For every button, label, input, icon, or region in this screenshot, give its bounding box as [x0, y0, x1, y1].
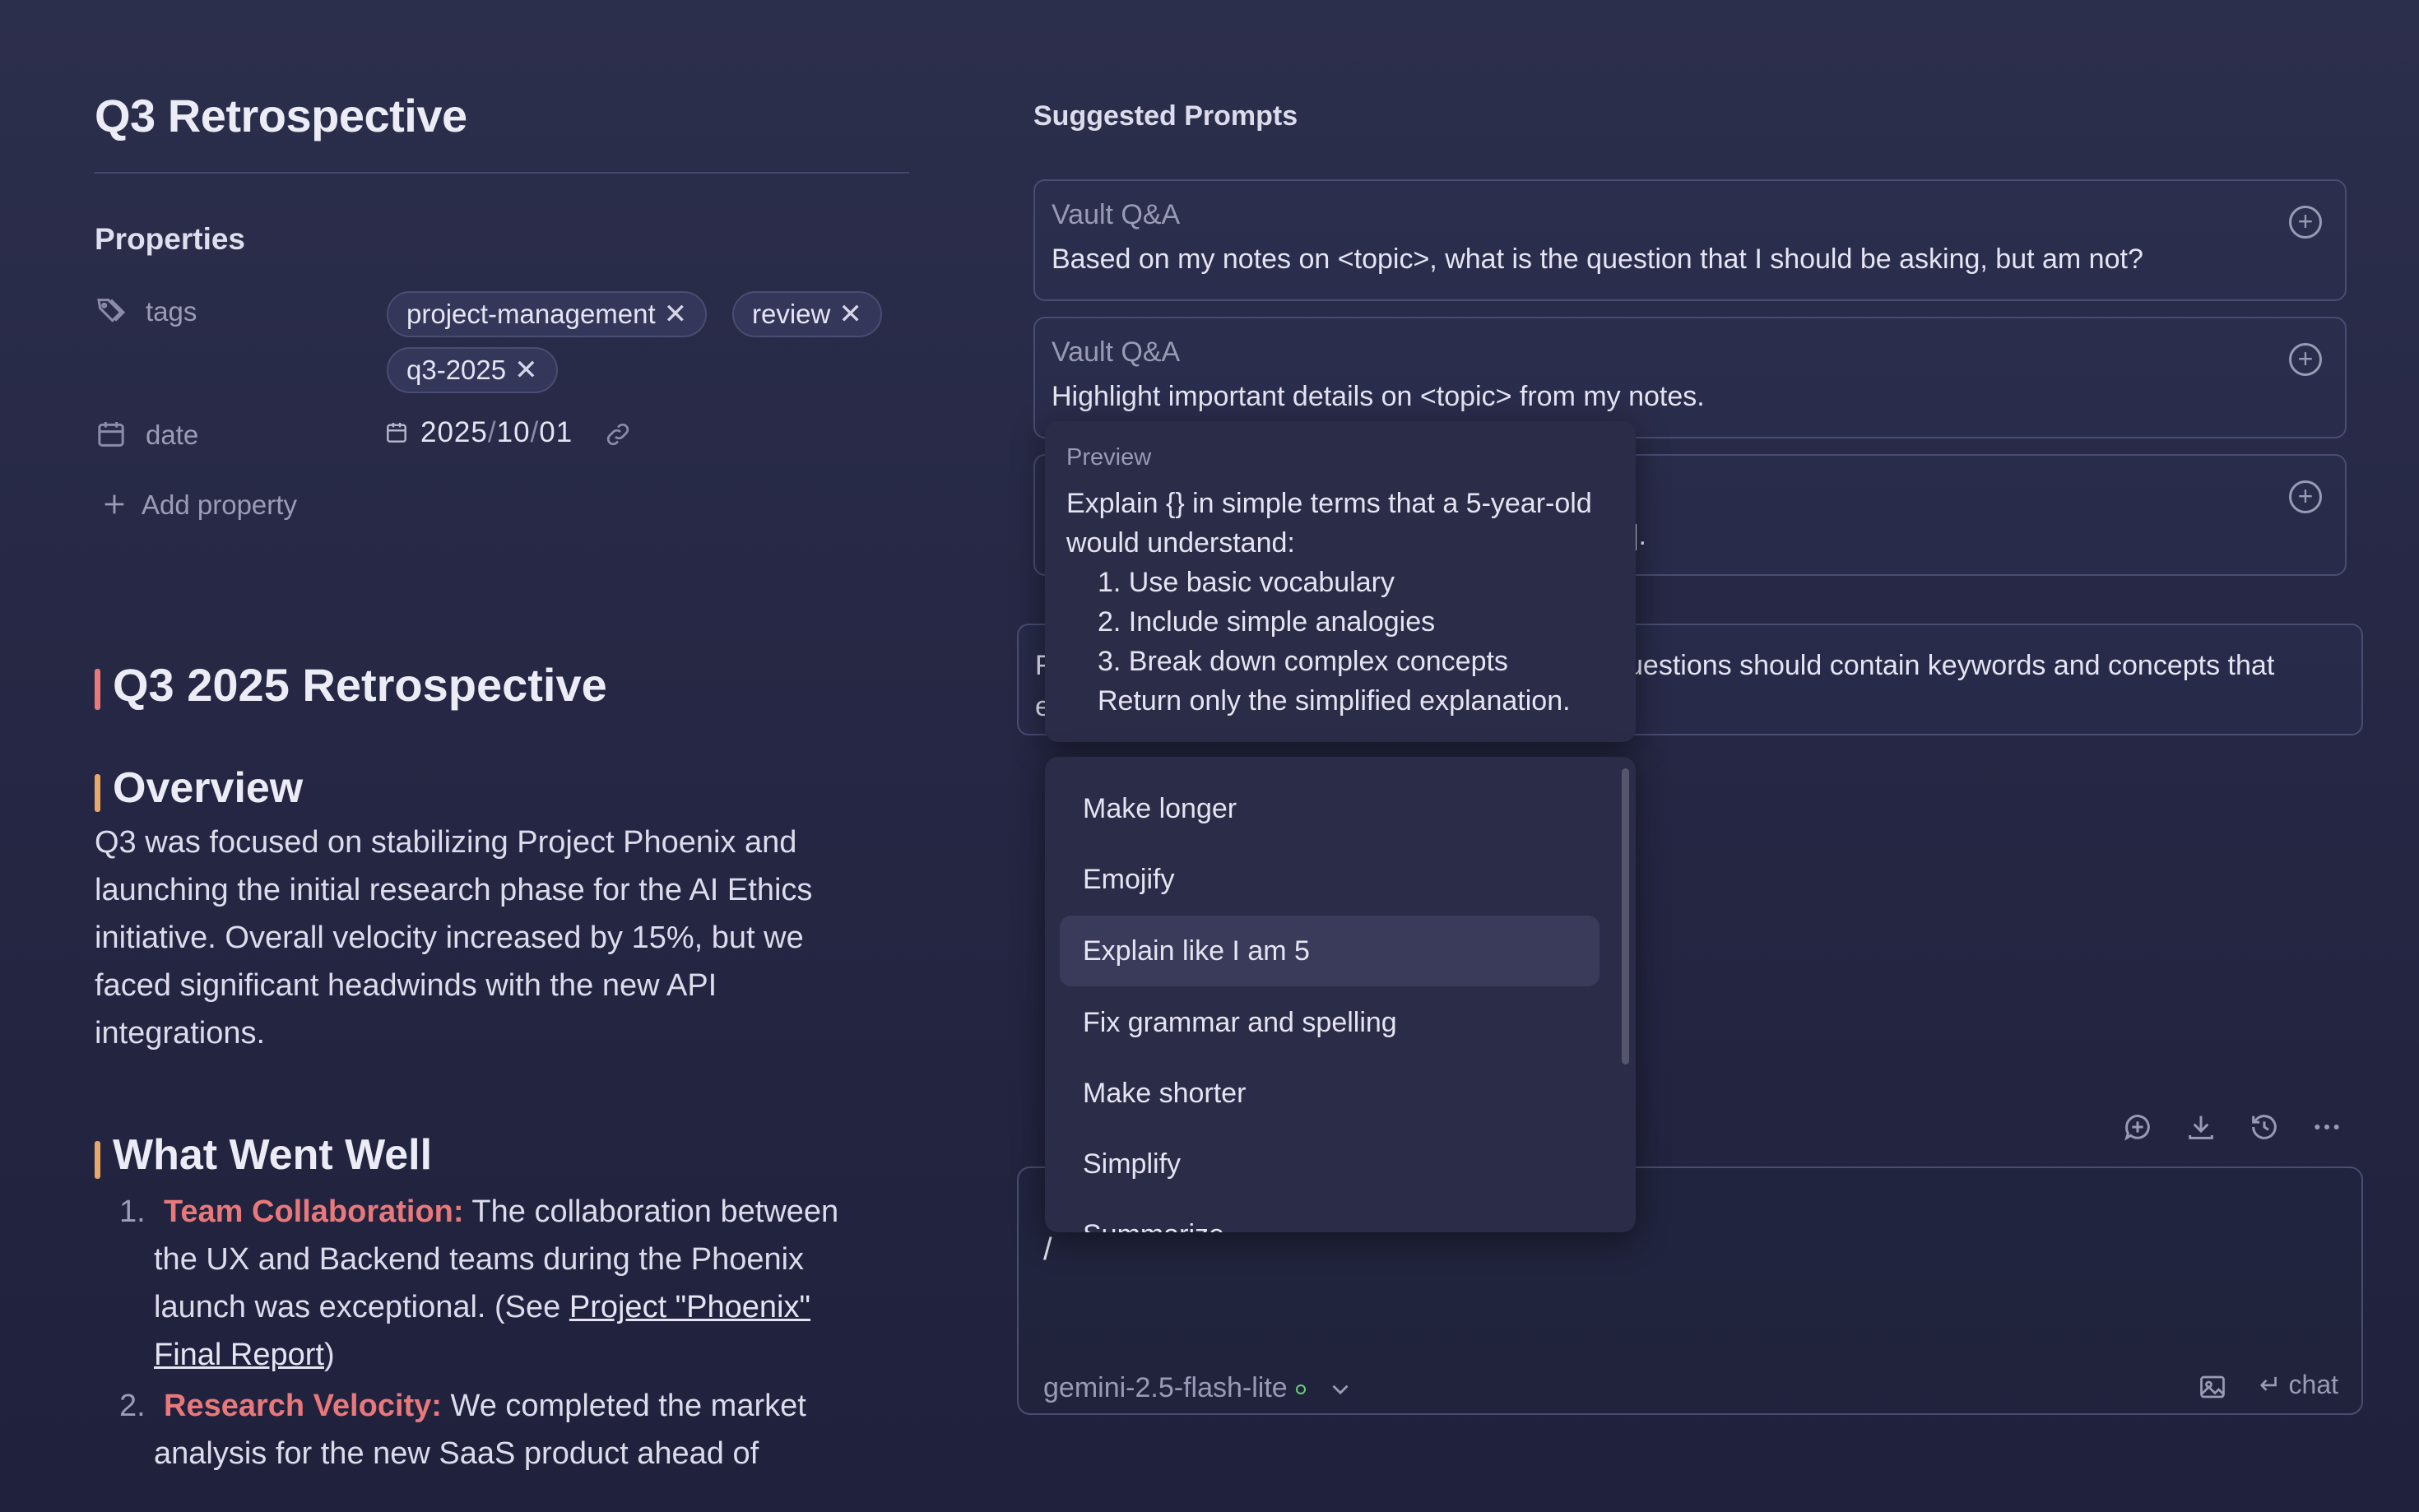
menu-item[interactable]: Make longer: [1060, 773, 1600, 844]
suggested-prompt-card[interactable]: Vault Q&A Highlight important details on…: [1033, 317, 2347, 438]
tag-pill[interactable]: review ✕: [732, 291, 882, 337]
overview-heading[interactable]: Overview: [113, 763, 303, 813]
date-label[interactable]: date: [146, 420, 198, 451]
heading-marker: [95, 774, 100, 812]
model-selector[interactable]: gemini-2.5-flash-lite: [1043, 1372, 1354, 1404]
menu-item[interactable]: Summarize: [1060, 1199, 1600, 1232]
chat-input[interactable]: /: [1043, 1232, 1052, 1268]
menu-item-active[interactable]: Explain like I am 5: [1060, 916, 1600, 986]
menu-scrollbar[interactable]: [1622, 768, 1629, 1064]
note-h1[interactable]: Q3 2025 Retrospective: [113, 658, 607, 712]
remove-tag-icon[interactable]: ✕: [514, 355, 538, 386]
prompt-fragment: uestions should contain keywords and con…: [1627, 650, 2275, 681]
card-title: Vault Q&A: [1052, 336, 1181, 368]
history-icon[interactable]: [2248, 1111, 2281, 1143]
properties-heading[interactable]: Properties: [95, 222, 245, 257]
command-menu[interactable]: Make longer Emojify Explain like I am 5 …: [1045, 757, 1636, 1232]
image-icon[interactable]: [2198, 1372, 2227, 1402]
menu-item[interactable]: Emojify: [1060, 844, 1600, 915]
card-body: Highlight important details on <topic> f…: [1052, 381, 1705, 412]
card-title: Vault Q&A: [1052, 199, 1181, 230]
calendar-icon: [98, 422, 124, 447]
new-chat-icon[interactable]: [2121, 1111, 2154, 1143]
list-number: 2.: [119, 1389, 146, 1423]
tag-label: review: [752, 299, 831, 329]
menu-item[interactable]: Fix grammar and spelling: [1060, 987, 1600, 1058]
list-number: 1.: [119, 1194, 146, 1229]
date-picker-icon[interactable]: [383, 420, 410, 446]
tag-label: project-management: [406, 299, 656, 329]
tag-pill[interactable]: q3-2025 ✕: [387, 347, 558, 393]
menu-item[interactable]: Simplify: [1060, 1129, 1600, 1199]
overview-paragraph[interactable]: Q3 was focused on stabilizing Project Ph…: [95, 819, 884, 1057]
preview-label: Preview: [1066, 444, 1152, 471]
enter-icon: ↵: [2259, 1370, 2282, 1399]
tags-label[interactable]: tags: [146, 296, 197, 327]
date-value[interactable]: 2025/10/01: [420, 416, 573, 449]
note-title[interactable]: Q3 Retrospective: [95, 89, 467, 142]
add-property-button[interactable]: Add property: [142, 489, 297, 521]
card-body: Based on my notes on <topic>, what is th…: [1052, 243, 2143, 275]
preview-popup: Preview Explain {} in simple terms that …: [1045, 421, 1636, 742]
status-dot: [1295, 1384, 1306, 1395]
list-item[interactable]: Research Velocity: We completed the mark…: [154, 1382, 886, 1477]
plus-icon: [104, 494, 124, 514]
heading-marker: [95, 669, 100, 710]
preview-body: Explain {} in simple terms that a 5-year…: [1066, 488, 1592, 717]
tag-pill[interactable]: project-management ✕: [387, 291, 708, 337]
link-icon[interactable]: [603, 420, 633, 449]
list-item[interactable]: Team Collaboration: The collaboration be…: [154, 1188, 886, 1379]
heading-marker: [95, 1141, 100, 1179]
chevron-down-icon: [1332, 1384, 1349, 1395]
internal-link[interactable]: Project "Phoenix": [569, 1290, 810, 1324]
suggested-prompts-heading: Suggested Prompts: [1033, 100, 1298, 132]
title-divider: [95, 172, 909, 174]
download-icon[interactable]: [2185, 1111, 2217, 1143]
remove-tag-icon[interactable]: ✕: [664, 299, 688, 330]
tags-icon: [97, 299, 126, 322]
add-prompt-icon[interactable]: +: [2289, 343, 2322, 376]
more-icon[interactable]: [2310, 1111, 2343, 1143]
send-chat-button[interactable]: ↵ chat: [2198, 1369, 2338, 1402]
tag-label: q3-2025: [406, 355, 507, 385]
went-well-heading[interactable]: What Went Well: [113, 1130, 432, 1180]
add-prompt-icon[interactable]: +: [2289, 206, 2322, 239]
suggested-prompt-card[interactable]: Vault Q&A Based on my notes on <topic>, …: [1033, 179, 2347, 301]
add-prompt-icon[interactable]: +: [2289, 480, 2322, 513]
remove-tag-icon[interactable]: ✕: [838, 299, 862, 330]
internal-link[interactable]: Final Report: [154, 1338, 324, 1372]
menu-item[interactable]: Make shorter: [1060, 1058, 1600, 1129]
